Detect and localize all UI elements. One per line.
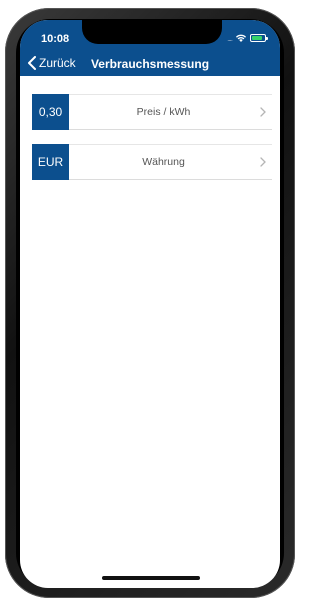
price-label: Preis / kWh	[136, 106, 191, 118]
page-title: Verbrauchsmessung	[90, 57, 210, 71]
signal-dots: ....	[227, 33, 233, 43]
status-time: 10:08	[41, 33, 70, 45]
wifi-icon	[236, 34, 246, 42]
device-notch	[82, 20, 222, 44]
battery-icon	[250, 34, 268, 42]
status-icons: ....	[227, 33, 268, 43]
chevron-right-icon	[260, 107, 266, 117]
battery-level	[252, 36, 262, 40]
navigation-bar: 10:08 .... Zurück Verbrauchsmessung	[20, 20, 280, 76]
price-per-kwh-row[interactable]: 0,30 Preis / kWh	[32, 94, 272, 130]
price-value: 0,30	[32, 94, 69, 130]
home-indicator[interactable]	[102, 576, 200, 580]
settings-list: 0,30 Preis / kWh EUR Währung	[32, 94, 272, 194]
currency-row[interactable]: EUR Währung	[32, 144, 272, 180]
chevron-right-icon	[260, 157, 266, 167]
currency-value: EUR	[32, 144, 69, 180]
currency-label: Währung	[142, 156, 185, 168]
app-screen: 10:08 .... Zurück Verbrauchsmessung 0,30…	[20, 20, 280, 588]
